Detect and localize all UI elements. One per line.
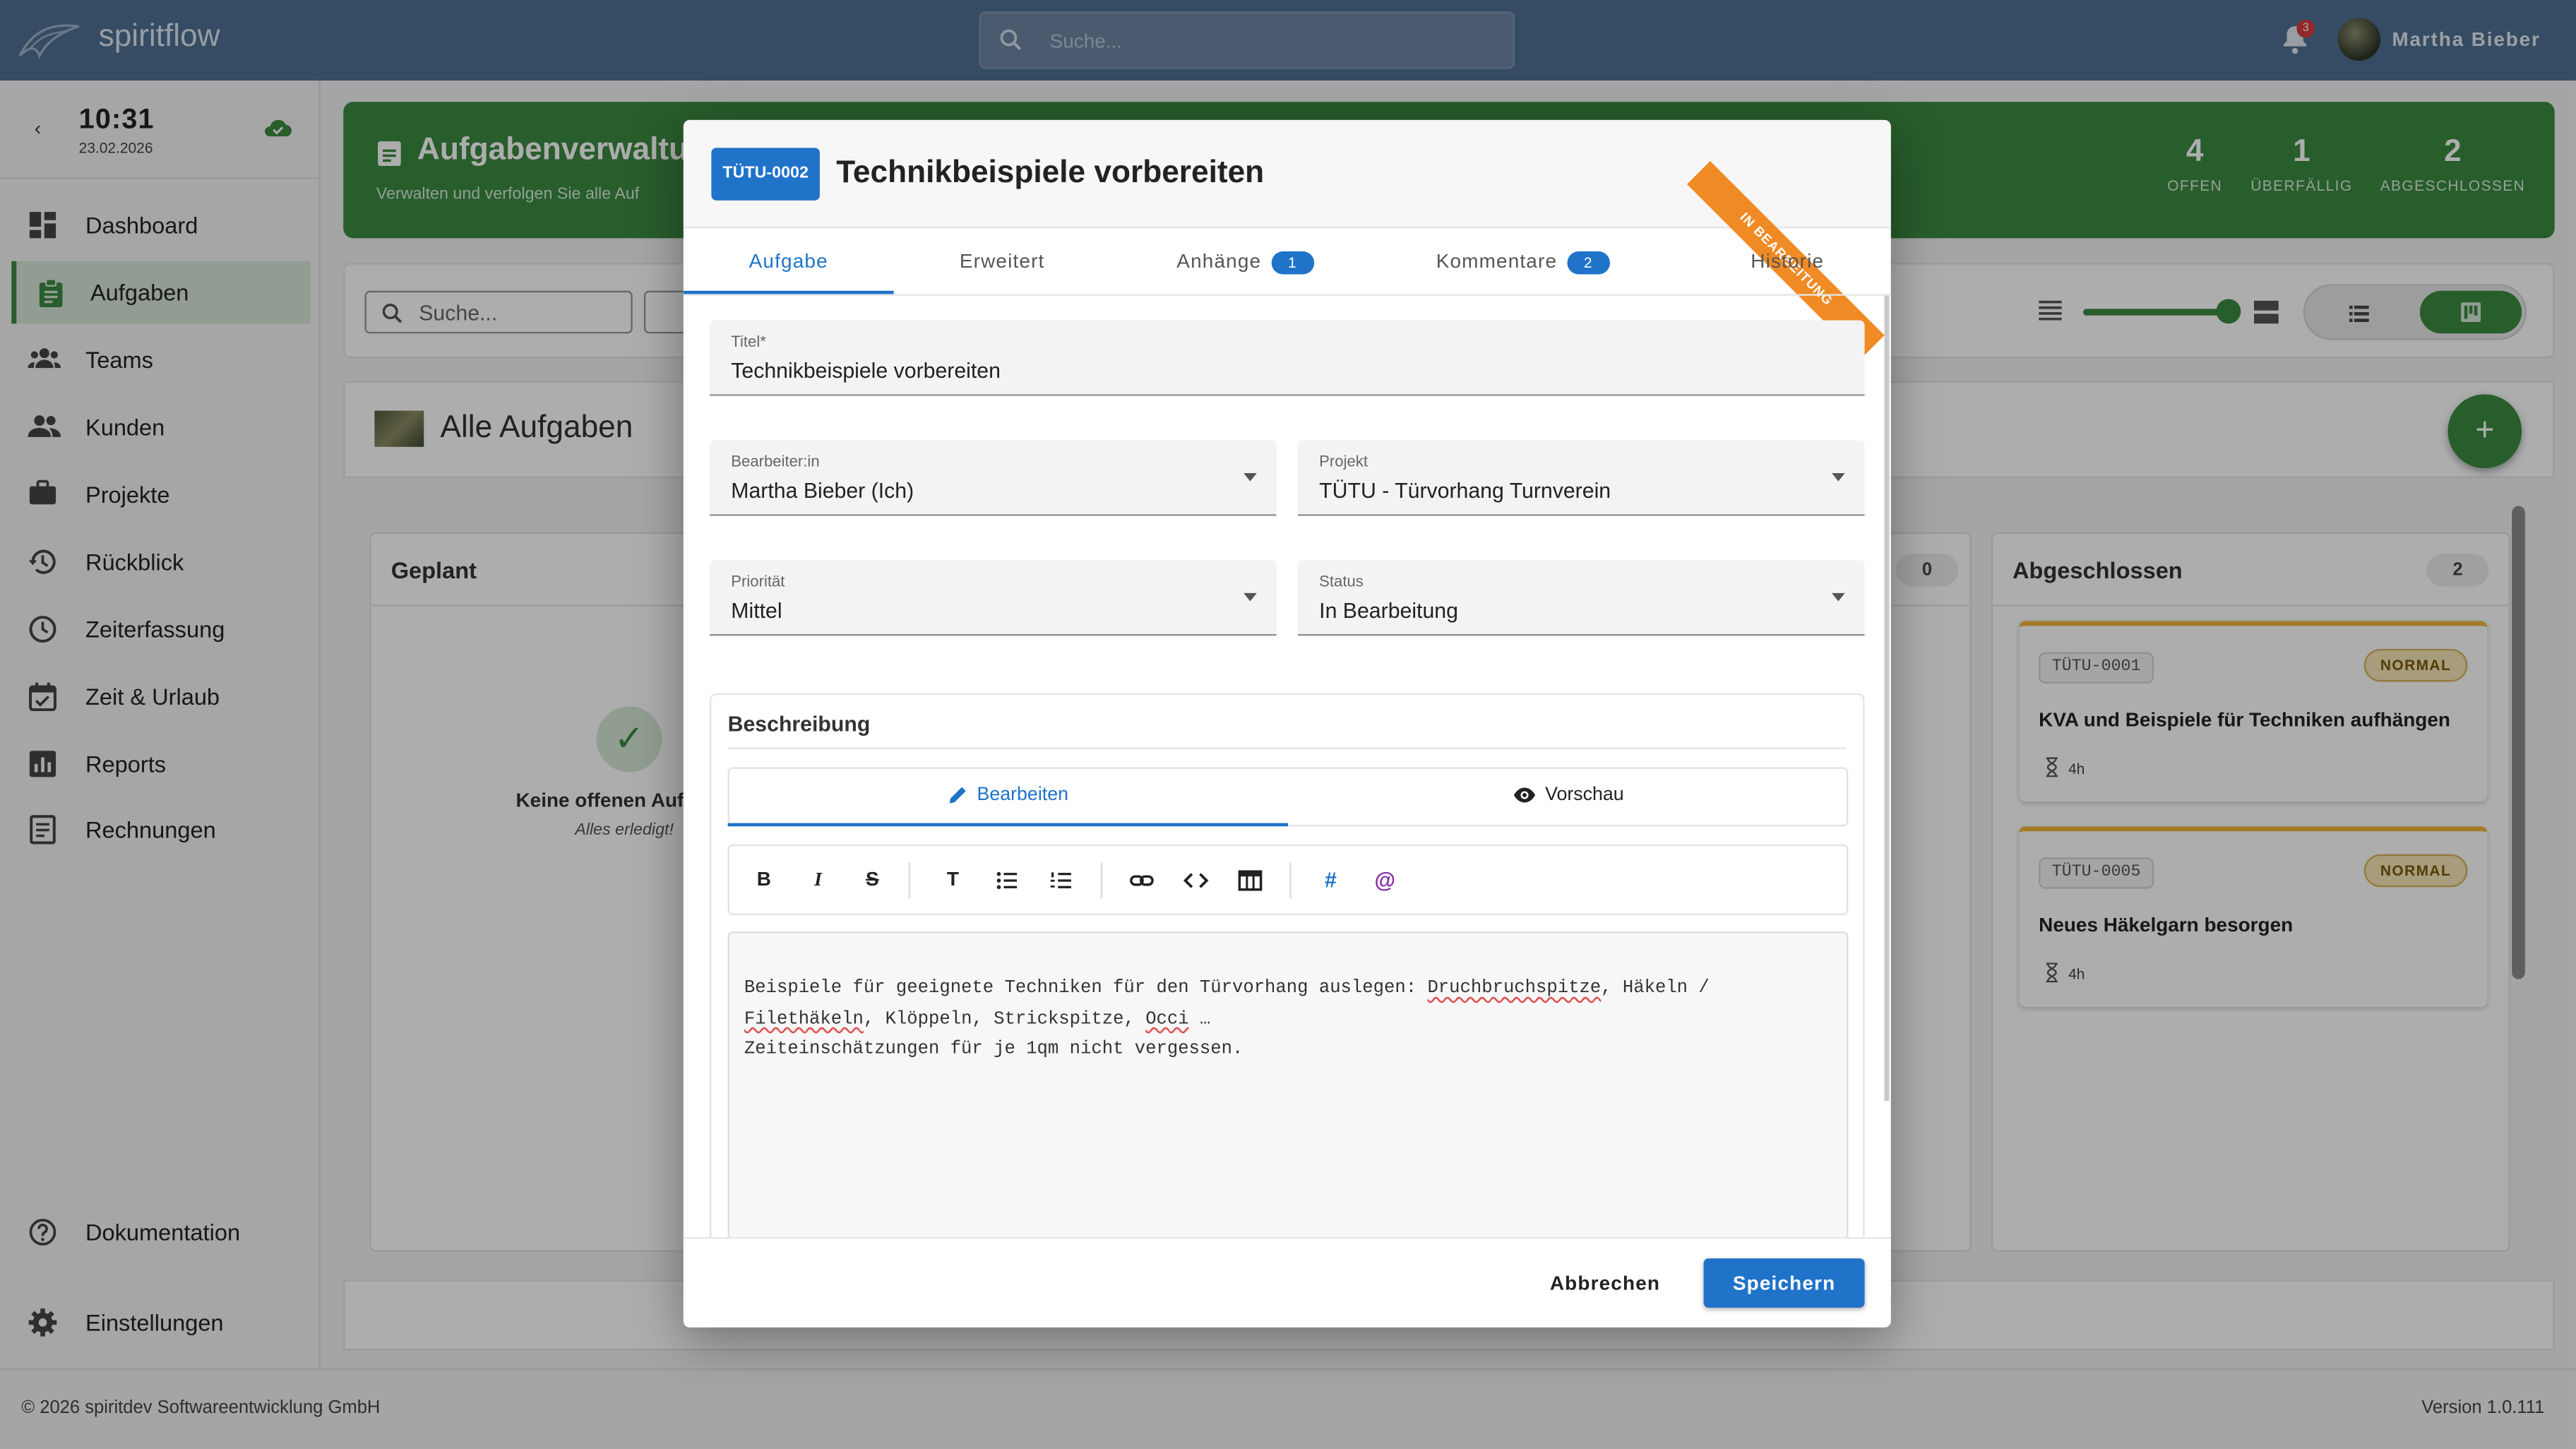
formatting-toolbar (727, 844, 1849, 915)
dialog-scrollbar[interactable] (1884, 295, 1890, 1101)
field-value: Martha Bieber (Ich) (731, 478, 914, 503)
field-label: Status (1319, 573, 1364, 592)
dropdown-arrow-icon (1832, 473, 1845, 482)
tab-anhaenge[interactable]: Anhänge 1 (1111, 228, 1381, 294)
heading-icon[interactable]: T (940, 867, 966, 893)
mention-icon[interactable]: @ (1372, 867, 1398, 893)
bold-icon[interactable]: B (751, 867, 777, 893)
tab-count-badge: 1 (1271, 251, 1314, 275)
task-edit-dialog: TÜTU-0002 Technikbeispiele vorbereiten I… (683, 119, 1891, 1328)
assignee-select[interactable]: Bearbeiter:in Martha Bieber (Ich) (710, 440, 1277, 516)
toolbar-separator (908, 862, 910, 899)
project-select[interactable]: Projekt TÜTU - Türvorhang Turnverein (1297, 440, 1865, 516)
task-id-badge: TÜTU-0002 (711, 148, 820, 201)
tabs-divider (683, 294, 1891, 296)
field-value: Mittel (731, 597, 782, 623)
dropdown-arrow-icon (1244, 592, 1257, 602)
field-value[interactable]: Technikbeispiele vorbereiten (731, 358, 1001, 383)
bullet-list-icon[interactable] (994, 867, 1020, 893)
tab-count-badge: 2 (1567, 251, 1610, 275)
toolbar-separator (1289, 862, 1292, 899)
title-field[interactable]: Titel* Technikbeispiele vorbereiten (710, 320, 1865, 396)
tab-kommentare[interactable]: Kommentare 2 (1380, 228, 1666, 294)
table-icon[interactable] (1237, 867, 1263, 893)
tab-historie[interactable]: Historie (1666, 228, 1891, 294)
edit-mode-label: Bearbeiten (977, 785, 1068, 805)
dropdown-arrow-icon (1832, 592, 1845, 602)
strikethrough-icon[interactable]: S (859, 867, 886, 893)
link-icon[interactable] (1128, 867, 1155, 893)
italic-icon[interactable]: I (805, 867, 831, 893)
hashtag-icon[interactable]: # (1318, 867, 1344, 893)
status-select[interactable]: Status In Bearbeitung (1297, 560, 1865, 636)
description-divider (727, 747, 1847, 749)
code-icon[interactable] (1183, 867, 1209, 893)
edit-mode-tab[interactable]: Bearbeiten (727, 767, 1288, 827)
numbered-list-icon[interactable] (1048, 867, 1074, 893)
tab-aufgabe[interactable]: Aufgabe (683, 228, 894, 294)
save-button[interactable]: Speichern (1703, 1258, 1865, 1308)
field-label: Priorität (731, 573, 785, 592)
preview-mode-tab[interactable]: Vorschau (1288, 767, 1848, 826)
dialog-title: Technikbeispiele vorbereiten (836, 156, 1265, 191)
description-title: Beschreibung (727, 711, 871, 737)
field-label: Bearbeiter:in (731, 453, 820, 472)
priority-select[interactable]: Priorität Mittel (710, 560, 1277, 636)
description-text[interactable]: Beispiele für geeignete Techniken für de… (744, 974, 1828, 1066)
toolbar-separator (1100, 862, 1103, 899)
field-value: TÜTU - Türvorhang Turnverein (1319, 478, 1611, 503)
pencil-icon (948, 785, 967, 805)
field-label: Titel* (731, 333, 766, 352)
dropdown-arrow-icon (1244, 473, 1257, 482)
field-value: In Bearbeitung (1319, 597, 1458, 623)
preview-mode-label: Vorschau (1545, 785, 1624, 805)
field-label: Projekt (1319, 453, 1368, 472)
tab-erweitert[interactable]: Erweitert (894, 228, 1111, 294)
cancel-button[interactable]: Abbrechen (1538, 1258, 1673, 1308)
eye-icon (1513, 787, 1536, 803)
